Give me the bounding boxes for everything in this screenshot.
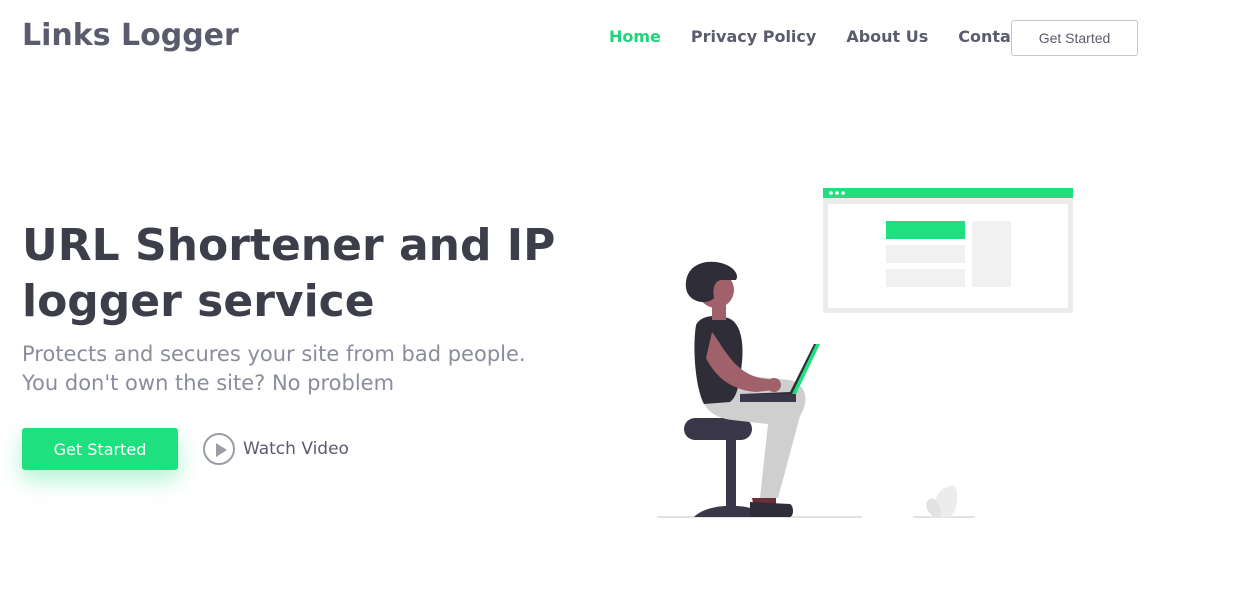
hero-subtitle: Protects and secures your site from bad … xyxy=(22,340,582,398)
watch-video-link[interactable]: Watch Video xyxy=(203,433,349,465)
nav-item-privacy-policy[interactable]: Privacy Policy xyxy=(691,27,816,46)
hero-subtitle-line-1: Protects and secures your site from bad … xyxy=(22,342,526,366)
plant-illustration xyxy=(926,485,958,517)
nav-item-about-us[interactable]: About Us xyxy=(846,27,928,46)
play-icon[interactable] xyxy=(203,433,235,465)
site-logo[interactable]: Links Logger xyxy=(22,18,239,53)
main-nav: Home Privacy Policy About Us Contact xyxy=(609,27,1058,46)
hero-title: URL Shortener and IP logger service xyxy=(22,220,556,327)
browser-window-illustration xyxy=(823,188,1073,313)
nav-item-home[interactable]: Home xyxy=(609,27,661,46)
person-illustration xyxy=(685,261,820,517)
hero-illustration xyxy=(657,188,1073,518)
header-get-started-button[interactable]: Get Started xyxy=(1011,20,1138,56)
hero-subtitle-line-2: You don't own the site? No problem xyxy=(22,371,395,395)
site-header: Links Logger Home Privacy Policy About U… xyxy=(0,0,1235,76)
watch-video-label: Watch Video xyxy=(243,439,349,459)
get-started-button[interactable]: Get Started xyxy=(22,428,178,470)
